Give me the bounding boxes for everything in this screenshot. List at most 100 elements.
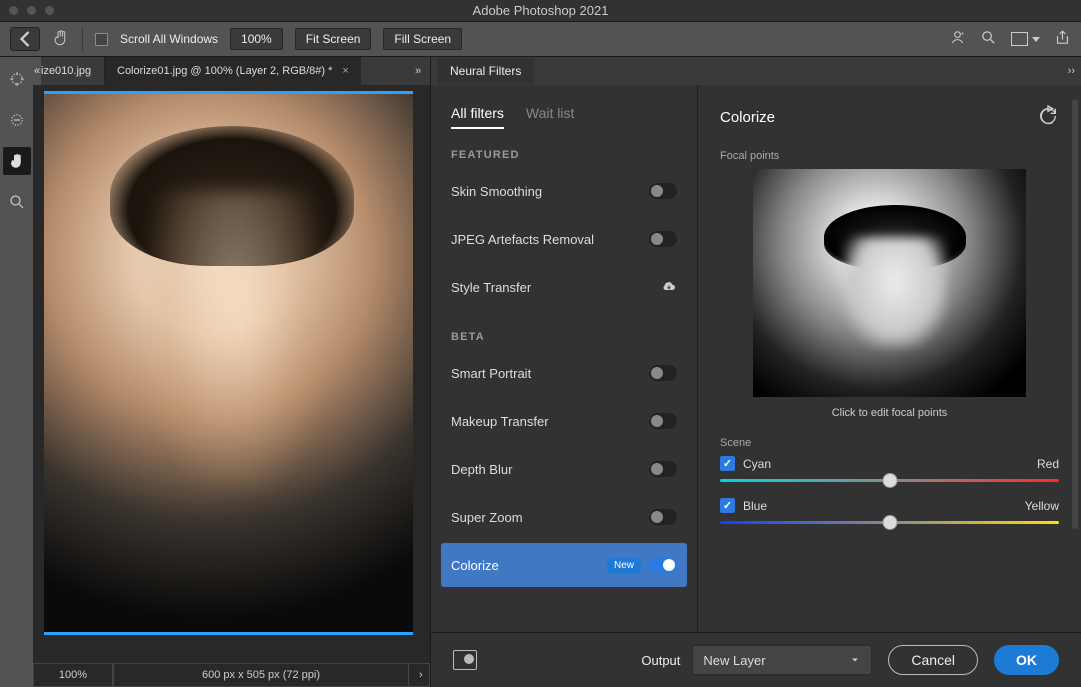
tab-overflow-label: ize010.jpg	[41, 65, 91, 77]
checkbox-cyan-red[interactable]: ✓	[720, 456, 735, 471]
focal-points-hint: Click to edit focal points	[720, 407, 1059, 419]
toggle-skin[interactable]	[649, 183, 677, 199]
filter-skin-smoothing[interactable]: Skin Smoothing	[441, 169, 687, 213]
slider-thumb[interactable]	[882, 515, 897, 530]
panel-footer: Output New Layer Cancel OK	[431, 632, 1081, 687]
minimize-window[interactable]	[26, 5, 37, 16]
fill-screen-button[interactable]: Fill Screen	[383, 28, 462, 50]
panel-title-tab[interactable]: Neural Filters	[437, 58, 534, 84]
filter-label: Style Transfer	[451, 280, 531, 295]
slider-left-label: Cyan	[743, 457, 771, 471]
cancel-button[interactable]: Cancel	[888, 645, 978, 675]
output-value: New Layer	[703, 653, 765, 668]
filter-label: Skin Smoothing	[451, 184, 542, 199]
document-tab-active[interactable]: Colorize01.jpg @ 100% (Layer 2, RGB/8#) …	[105, 57, 361, 85]
search-icon[interactable]	[980, 29, 997, 49]
output-label: Output	[641, 653, 680, 668]
panel-header: Neural Filters ››	[431, 57, 1081, 85]
revert-icon[interactable]	[1037, 105, 1059, 130]
slider-cyan-red: ✓ Cyan Red	[720, 456, 1059, 482]
output-select[interactable]: New Layer	[692, 645, 872, 675]
share-icon[interactable]	[1054, 29, 1071, 49]
filter-depth-blur[interactable]: Depth Blur	[441, 447, 687, 491]
tab-wait-list[interactable]: Wait list	[526, 105, 574, 129]
focal-points-image[interactable]	[753, 169, 1026, 397]
scroll-all-label: Scroll All Windows	[120, 32, 218, 46]
slider-right-label: Red	[1037, 457, 1059, 471]
fit-screen-button[interactable]: Fit Screen	[295, 28, 372, 50]
app-title: Adobe Photoshop 2021	[473, 3, 609, 18]
slider-track-blue-yellow[interactable]	[720, 521, 1059, 524]
document-area: « ize010.jpg Colorize01.jpg @ 100% (Laye…	[33, 57, 430, 687]
document-tabs: « ize010.jpg Colorize01.jpg @ 100% (Laye…	[33, 57, 430, 85]
tabs-overflow-button[interactable]: »	[406, 57, 430, 85]
slider-right-label: Yellow	[1025, 499, 1059, 513]
filters-list: All filters Wait list FEATURED Skin Smoo…	[431, 85, 698, 632]
checkbox-blue-yellow[interactable]: ✓	[720, 498, 735, 513]
filter-smart-portrait[interactable]: Smart Portrait	[441, 351, 687, 395]
status-zoom[interactable]: 100%	[33, 663, 113, 687]
filter-makeup-transfer[interactable]: Makeup Transfer	[441, 399, 687, 443]
filter-style-transfer[interactable]: Style Transfer	[441, 265, 687, 309]
focal-points-label: Focal points	[720, 150, 1059, 162]
status-info[interactable]: 600 px x 505 px (72 ppi)	[113, 663, 409, 687]
filter-label: Makeup Transfer	[451, 414, 549, 429]
settings-title: Colorize	[720, 109, 775, 126]
zoom-value-box[interactable]: 100%	[230, 28, 283, 50]
target-tool[interactable]	[3, 65, 31, 93]
filter-settings: Colorize Focal points Click to edit foca…	[698, 85, 1081, 632]
toggle-zoom[interactable]	[649, 509, 677, 525]
scrollbar[interactable]	[1072, 99, 1078, 529]
toggle-smart[interactable]	[649, 365, 677, 381]
status-resize-grip: ›	[409, 663, 430, 687]
back-button[interactable]	[10, 27, 40, 51]
tabs-scroll-left[interactable]: «	[33, 57, 41, 85]
close-tab-icon[interactable]: ×	[342, 65, 348, 77]
zoom-window[interactable]	[44, 5, 55, 16]
filter-jpeg-artefacts[interactable]: JPEG Artefacts Removal	[441, 217, 687, 261]
status-bar: 100% 600 px x 505 px (72 ppi) ›	[33, 663, 430, 687]
filter-super-zoom[interactable]: Super Zoom	[441, 495, 687, 539]
tab-active-label: Colorize01.jpg @ 100% (Layer 2, RGB/8#) …	[117, 65, 332, 77]
filter-label: Super Zoom	[451, 510, 523, 525]
section-featured: FEATURED	[431, 129, 697, 167]
workspace-switcher[interactable]	[1011, 32, 1040, 46]
title-bar: Adobe Photoshop 2021	[0, 0, 1081, 22]
cloud-share-icon[interactable]: +	[949, 29, 966, 49]
mask-preview-icon[interactable]	[453, 650, 477, 670]
slider-thumb[interactable]	[882, 473, 897, 488]
document-tab-overflow[interactable]: ize010.jpg	[41, 57, 105, 85]
filter-label: Depth Blur	[451, 462, 512, 477]
zoom-tool[interactable]	[3, 188, 31, 216]
neural-filters-panel: Neural Filters ›› All filters Wait list …	[430, 57, 1081, 687]
toggle-makeup[interactable]	[649, 413, 677, 429]
scene-label: Scene	[720, 437, 1059, 449]
filter-label: Colorize	[451, 558, 499, 573]
scroll-all-checkbox[interactable]	[95, 33, 108, 46]
toggle-depth[interactable]	[649, 461, 677, 477]
left-tool-strip	[0, 57, 33, 687]
options-bar: Scroll All Windows 100% Fit Screen Fill …	[0, 22, 1081, 57]
download-icon[interactable]	[661, 278, 677, 297]
ok-button[interactable]: OK	[994, 645, 1059, 675]
canvas[interactable]	[33, 85, 430, 663]
slider-blue-yellow: ✓ Blue Yellow	[720, 498, 1059, 524]
hand-tool-icon	[52, 29, 70, 50]
filter-colorize[interactable]: Colorize New	[441, 543, 687, 587]
close-window[interactable]	[8, 5, 19, 16]
panel-collapse-icon[interactable]: ››	[1068, 65, 1075, 77]
toggle-jpeg[interactable]	[649, 231, 677, 247]
svg-text:+: +	[960, 30, 964, 37]
canvas-image	[44, 91, 413, 635]
slider-left-label: Blue	[743, 499, 767, 513]
remove-target-tool[interactable]	[3, 106, 31, 134]
hand-tool[interactable]	[3, 147, 31, 175]
section-beta: BETA	[431, 311, 697, 349]
toggle-colorize[interactable]	[649, 557, 677, 573]
filter-label: JPEG Artefacts Removal	[451, 232, 594, 247]
divider	[82, 27, 83, 51]
filter-label: Smart Portrait	[451, 366, 531, 381]
slider-track-cyan-red[interactable]	[720, 479, 1059, 482]
tab-all-filters[interactable]: All filters	[451, 105, 504, 129]
window-controls	[8, 5, 55, 16]
